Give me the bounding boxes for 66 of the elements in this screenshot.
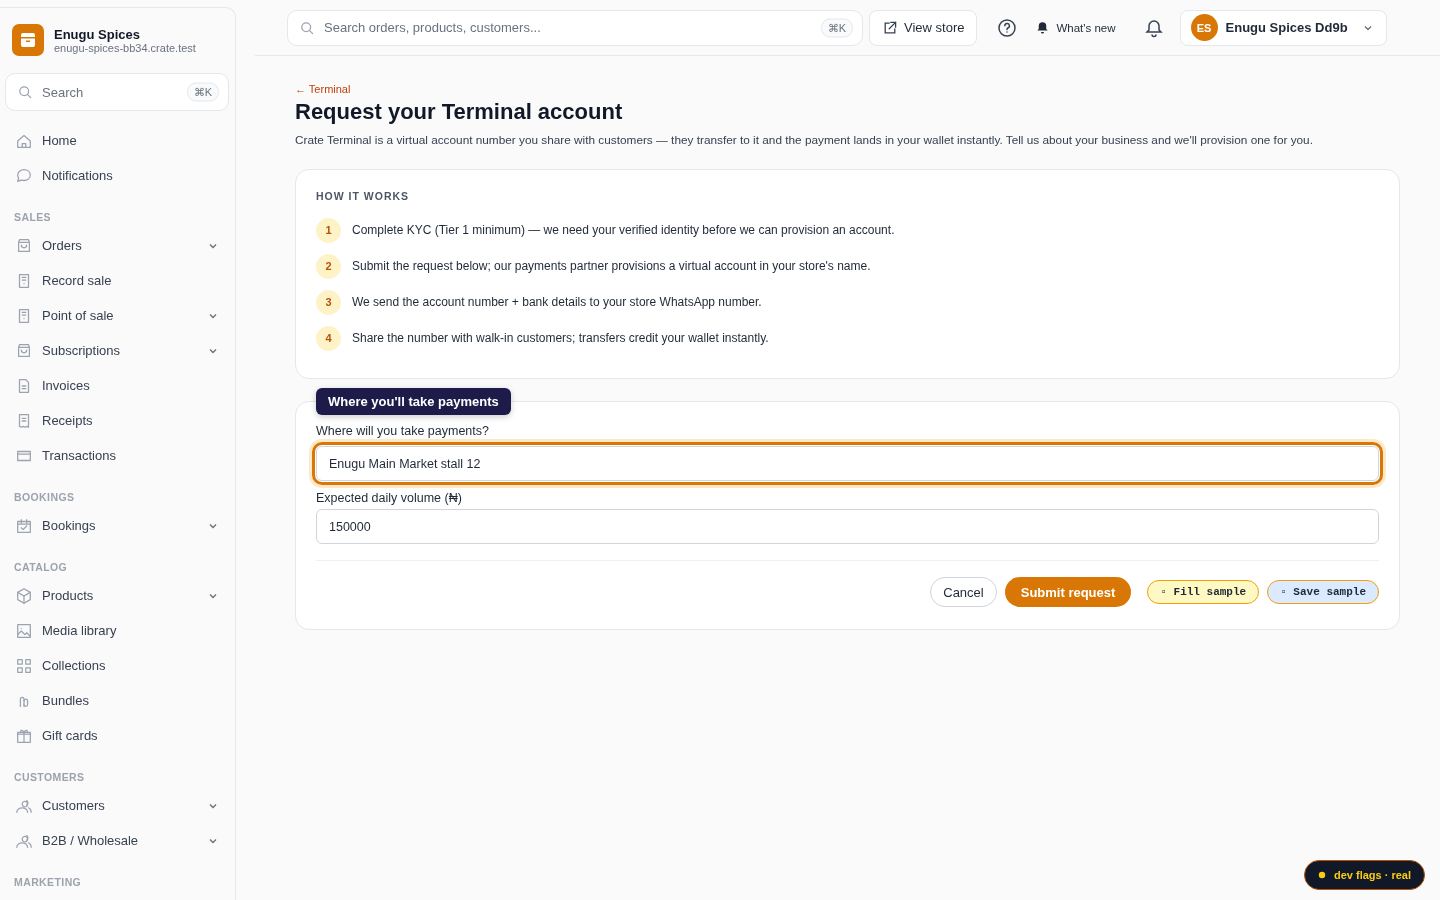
field-label: Expected daily volume (₦) (316, 491, 463, 505)
section-heading: MARKETING (13, 875, 83, 890)
section-heading: BOOKINGS (13, 490, 76, 505)
sidebar-item[interactable]: Point of sale (5, 298, 229, 333)
section-heading: CUSTOMERS (13, 770, 86, 785)
external-link-icon (882, 19, 898, 36)
step-number: 2 (316, 253, 341, 279)
account-menu[interactable]: ES Enugu Spices Dd9b (1179, 9, 1387, 46)
avatar: ES (1190, 14, 1218, 41)
search-icon (299, 19, 315, 36)
whats-new-button[interactable]: What's new (1035, 20, 1128, 35)
sidebar-item[interactable]: Customers (5, 788, 229, 823)
account-name: Enugu Spices Dd9b (1225, 20, 1348, 35)
store-logo-icon (12, 24, 44, 56)
bell-icon (1035, 20, 1051, 35)
intro-text: Crate Terminal is a virtual account number you share with customers — they transfer to it and the payment lands in your wallet instantly. Tell us about your business and we'll provision one for you. (295, 133, 1314, 147)
sidebar-item[interactable]: B2B / Wholesale (5, 823, 229, 858)
sidebar-item[interactable]: Subscriptions (5, 333, 229, 368)
sidebar-item[interactable]: Home (5, 123, 229, 158)
save-sample-button[interactable]: ▫ Save sample (1267, 580, 1379, 604)
back-link[interactable]: ← Terminal (295, 83, 351, 95)
nav-icon (15, 341, 33, 360)
sidebar-item[interactable]: Record sale (5, 263, 229, 298)
view-store-button[interactable]: View store (869, 9, 978, 46)
nav-icon (15, 621, 33, 640)
cancel-button[interactable]: Cancel (930, 577, 997, 607)
notifications-icon[interactable] (1143, 17, 1164, 38)
fill-sample-button[interactable]: ▫ Fill sample (1147, 580, 1260, 604)
nav-icon (15, 586, 33, 605)
sidebar-item[interactable]: Gift cards (5, 718, 229, 753)
card-heading: HOW IT WORKS (316, 190, 411, 202)
sidebar-item[interactable]: Transactions (5, 438, 229, 473)
section-heading: CATALOG (13, 560, 69, 575)
store-name: Enugu Spices (54, 26, 141, 42)
sidebar-item[interactable]: Bundles (5, 683, 229, 718)
input-field[interactable]: 150000 (316, 509, 1379, 544)
store-domain: enugu-spices-bb34.crate.test (54, 41, 196, 54)
input-field[interactable]: Enugu Main Market stall 12 (316, 446, 1379, 481)
sidebar-item[interactable]: Bookings (5, 508, 229, 543)
nav-icon (15, 516, 33, 535)
step-number: 4 (316, 325, 341, 351)
step-text: Complete KYC (Tier 1 minimum) — we need your verified identity before we can provision an account. (352, 223, 895, 237)
sidebar-item[interactable]: Notifications (5, 158, 229, 193)
step-text: We send the account number + bank details to your store WhatsApp number. (352, 295, 762, 309)
sidebar-item[interactable]: Media library (5, 613, 229, 648)
nav-icon (15, 236, 33, 255)
dev-flags-badge[interactable]: dev flags · real (1303, 860, 1425, 890)
help-icon[interactable] (997, 17, 1018, 38)
tooltip: Where you'll take payments (316, 388, 511, 415)
sidebar-item[interactable]: Invoices (5, 368, 229, 403)
page-title: Request your Terminal account (295, 99, 624, 125)
search-icon (17, 84, 33, 100)
step-number: 1 (316, 217, 341, 243)
step-text: Share the number with walk-in customers; transfers credit your wallet instantly. (352, 331, 769, 345)
status-dot-icon (1317, 871, 1326, 879)
nav-icon (15, 656, 33, 675)
step-text: Submit the request below; our payments partner provisions a virtual account in your store's name. (352, 259, 871, 273)
nav-icon (15, 166, 33, 185)
section-heading: SALES (13, 210, 52, 225)
sidebar-item[interactable]: Collections (5, 648, 229, 683)
dev-flags-label: dev flags · real (1333, 869, 1411, 881)
step-number: 3 (316, 289, 341, 315)
field-label: Where will you take payments? (316, 424, 490, 438)
sidebar-item[interactable]: Receipts (5, 403, 229, 438)
sidebar-item[interactable]: Products (5, 578, 229, 613)
sidebar-item[interactable]: Orders (5, 228, 229, 263)
